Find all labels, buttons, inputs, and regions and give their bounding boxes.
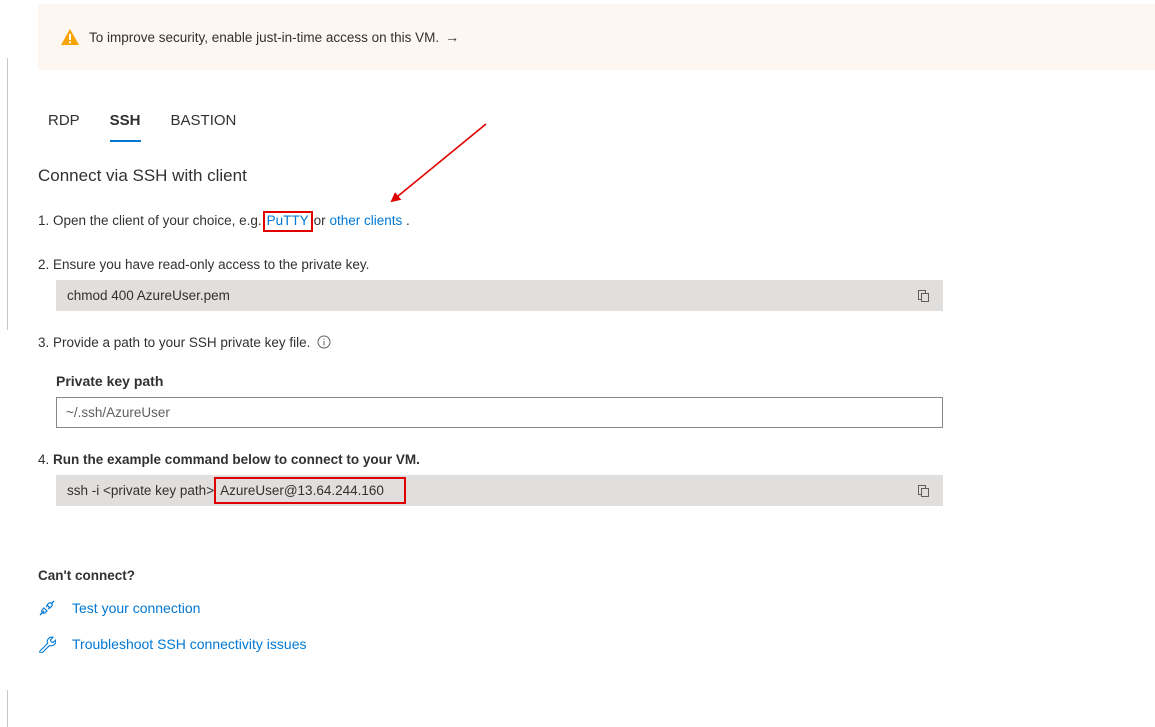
- step-1-or: or: [313, 213, 326, 228]
- step-2-text: 2. Ensure you have read-only access to t…: [38, 257, 370, 272]
- other-clients-link[interactable]: other clients: [329, 213, 402, 228]
- test-connection-link[interactable]: Test your connection: [38, 599, 200, 617]
- putty-link[interactable]: PuTTY: [267, 213, 309, 228]
- step-1-text: 1. Open the client of your choice, e.g.: [38, 213, 262, 228]
- chmod-command-box: chmod 400 AzureUser.pem: [56, 280, 943, 311]
- chmod-command: chmod 400 AzureUser.pem: [67, 288, 230, 303]
- cant-connect-heading: Can't connect?: [38, 568, 135, 583]
- troubleshoot-label[interactable]: Troubleshoot SSH connectivity issues: [72, 636, 306, 652]
- info-icon[interactable]: [317, 335, 331, 349]
- left-divider: [7, 58, 8, 330]
- plug-icon: [39, 600, 55, 616]
- warning-icon: [61, 29, 79, 45]
- step-3-text: 3. Provide a path to your SSH private ke…: [38, 335, 311, 350]
- left-divider-bottom: [7, 690, 8, 727]
- ssh-command-host: AzureUser@13.64.244.160: [220, 483, 384, 498]
- putty-highlight: PuTTY: [262, 211, 313, 232]
- step-3: 3. Provide a path to your SSH private ke…: [38, 335, 331, 350]
- connect-tabs: RDP SSH BASTION: [48, 112, 266, 142]
- tab-ssh[interactable]: SSH: [109, 112, 141, 142]
- private-key-path-input[interactable]: [56, 397, 943, 428]
- tab-bastion[interactable]: BASTION: [171, 112, 237, 135]
- banner-arrow-icon[interactable]: →: [445, 29, 459, 45]
- private-key-path-label: Private key path: [56, 373, 164, 389]
- step-1: 1. Open the client of your choice, e.g. P…: [38, 211, 410, 232]
- copy-icon[interactable]: [917, 484, 931, 498]
- step-4-number: 4.: [38, 452, 50, 467]
- ssh-command-prefix: ssh -i <private key path>: [67, 483, 215, 498]
- ssh-command-box: ssh -i <private key path> AzureUser@13.6…: [56, 475, 943, 506]
- annotation-arrow-layer: [390, 123, 487, 203]
- tab-rdp[interactable]: RDP: [48, 112, 80, 135]
- copy-icon[interactable]: [917, 289, 931, 303]
- ssh-host-highlight: AzureUser@13.64.244.160: [214, 477, 406, 504]
- step-4: 4. Run the example command below to conn…: [38, 452, 420, 467]
- annotation-arrow: [390, 123, 487, 203]
- test-connection-label[interactable]: Test your connection: [72, 600, 200, 616]
- wrench-icon: [39, 636, 56, 653]
- banner-text[interactable]: To improve security, enable just-in-time…: [89, 30, 439, 45]
- step-1-period: .: [406, 213, 410, 228]
- step-4-text: Run the example command below to connect…: [53, 452, 420, 467]
- troubleshoot-link[interactable]: Troubleshoot SSH connectivity issues: [38, 635, 306, 653]
- security-banner[interactable]: To improve security, enable just-in-time…: [38, 4, 1155, 70]
- section-title: Connect via SSH with client: [38, 166, 247, 185]
